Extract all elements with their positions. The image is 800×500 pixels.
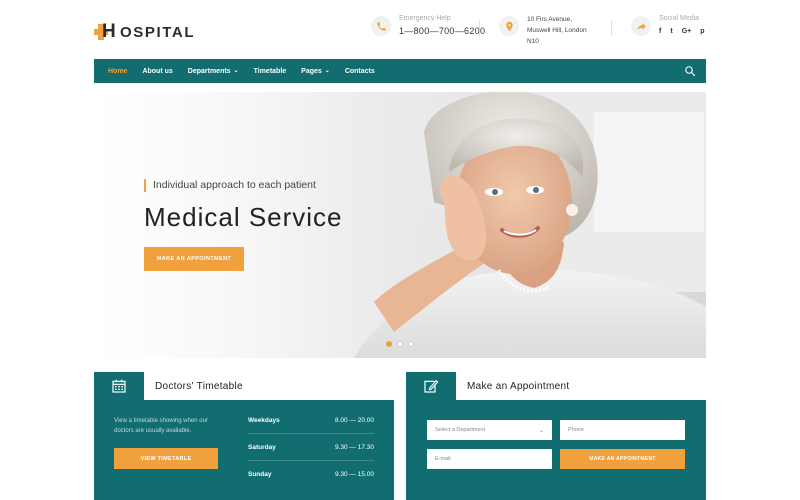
nav-item-contacts[interactable]: Contacts bbox=[345, 68, 375, 75]
view-timetable-button[interactable]: VIEW TIMETABLE bbox=[114, 448, 218, 469]
hero-eyebrow: Individual approach to each patient bbox=[144, 179, 316, 192]
social-media-block: Social Media f t G+ p bbox=[631, 14, 705, 36]
appointment-title: Make an Appointment bbox=[467, 381, 570, 392]
timetable-row: Sunday 9.30 — 15.00 bbox=[248, 471, 374, 478]
address-line-1: 10 Firs Avenue, bbox=[527, 16, 573, 23]
search-icon[interactable] bbox=[684, 65, 696, 77]
main-nav: Home About us Departments ⌄ Timetable Pag… bbox=[94, 59, 706, 83]
nav-item-about[interactable]: About us bbox=[142, 68, 172, 75]
chevron-down-icon: ⌄ bbox=[233, 68, 239, 74]
hero-appointment-button[interactable]: MAKE AN APPOINTMENT bbox=[144, 247, 244, 271]
nav-item-timetable[interactable]: Timetable bbox=[254, 68, 287, 75]
social-label: Social Media bbox=[659, 15, 700, 22]
slider-dot[interactable] bbox=[397, 341, 403, 347]
hero-photo-elderly-woman bbox=[354, 92, 706, 358]
hero-slider: Individual approach to each patient Medi… bbox=[94, 92, 706, 358]
timetable-card: Doctors' Timetable View a timetable show… bbox=[94, 372, 394, 500]
address-block: 10 Firs Avenue, Muswell Hill, London N10 bbox=[499, 14, 587, 47]
logo[interactable]: H OSPITAL bbox=[94, 22, 195, 42]
emergency-label: Emergency Help bbox=[399, 15, 451, 22]
appointment-card: Make an Appointment Select a Department … bbox=[406, 372, 706, 500]
slider-dot[interactable] bbox=[386, 341, 392, 347]
slider-dots bbox=[386, 341, 414, 347]
email-field[interactable]: E-mail bbox=[427, 449, 552, 469]
header-divider bbox=[479, 20, 480, 36]
chevron-down-icon: ⌄ bbox=[324, 68, 330, 74]
edit-icon bbox=[406, 372, 456, 400]
nav-item-home[interactable]: Home bbox=[108, 68, 127, 75]
google-plus-icon[interactable]: G+ bbox=[682, 28, 692, 35]
nav-item-departments[interactable]: Departments ⌄ bbox=[188, 68, 239, 75]
timetable-description: View a timetable showing when our doctor… bbox=[114, 418, 208, 434]
emergency-help-block: Emergency Help 1—800—700—6200 bbox=[371, 14, 485, 37]
timetable-row: Weekdays 8.00 — 20.00 bbox=[248, 407, 374, 434]
chevron-down-icon: ⌄ bbox=[538, 428, 544, 434]
address-line-2: Muswell Hill, London bbox=[527, 27, 587, 34]
nav-item-pages[interactable]: Pages ⌄ bbox=[301, 68, 330, 75]
calendar-icon bbox=[94, 372, 144, 400]
hero-title: Medical Service bbox=[144, 202, 343, 232]
header-divider bbox=[611, 20, 612, 36]
slider-dot[interactable] bbox=[408, 341, 414, 347]
address-line-3: N10 bbox=[527, 38, 539, 45]
facebook-icon[interactable]: f bbox=[659, 28, 661, 35]
logo-text: OSPITAL bbox=[120, 23, 196, 41]
timetable-title: Doctors' Timetable bbox=[155, 381, 243, 392]
share-icon bbox=[631, 16, 651, 36]
phone-icon bbox=[371, 16, 391, 36]
twitter-icon[interactable]: t bbox=[670, 28, 672, 35]
timetable-row: Saturday 9.30 — 17.30 bbox=[248, 434, 374, 461]
emergency-phone[interactable]: 1—800—700—6200 bbox=[399, 25, 485, 37]
pinterest-icon[interactable]: p bbox=[700, 28, 704, 35]
department-select[interactable]: Select a Department ⌄ bbox=[427, 420, 552, 440]
hospital-cross-logo-icon: H bbox=[94, 22, 116, 41]
phone-field[interactable]: Phone bbox=[560, 420, 685, 440]
make-appointment-button[interactable]: MAKE AN APPOINTMENT bbox=[560, 449, 685, 469]
location-pin-icon bbox=[499, 16, 519, 36]
